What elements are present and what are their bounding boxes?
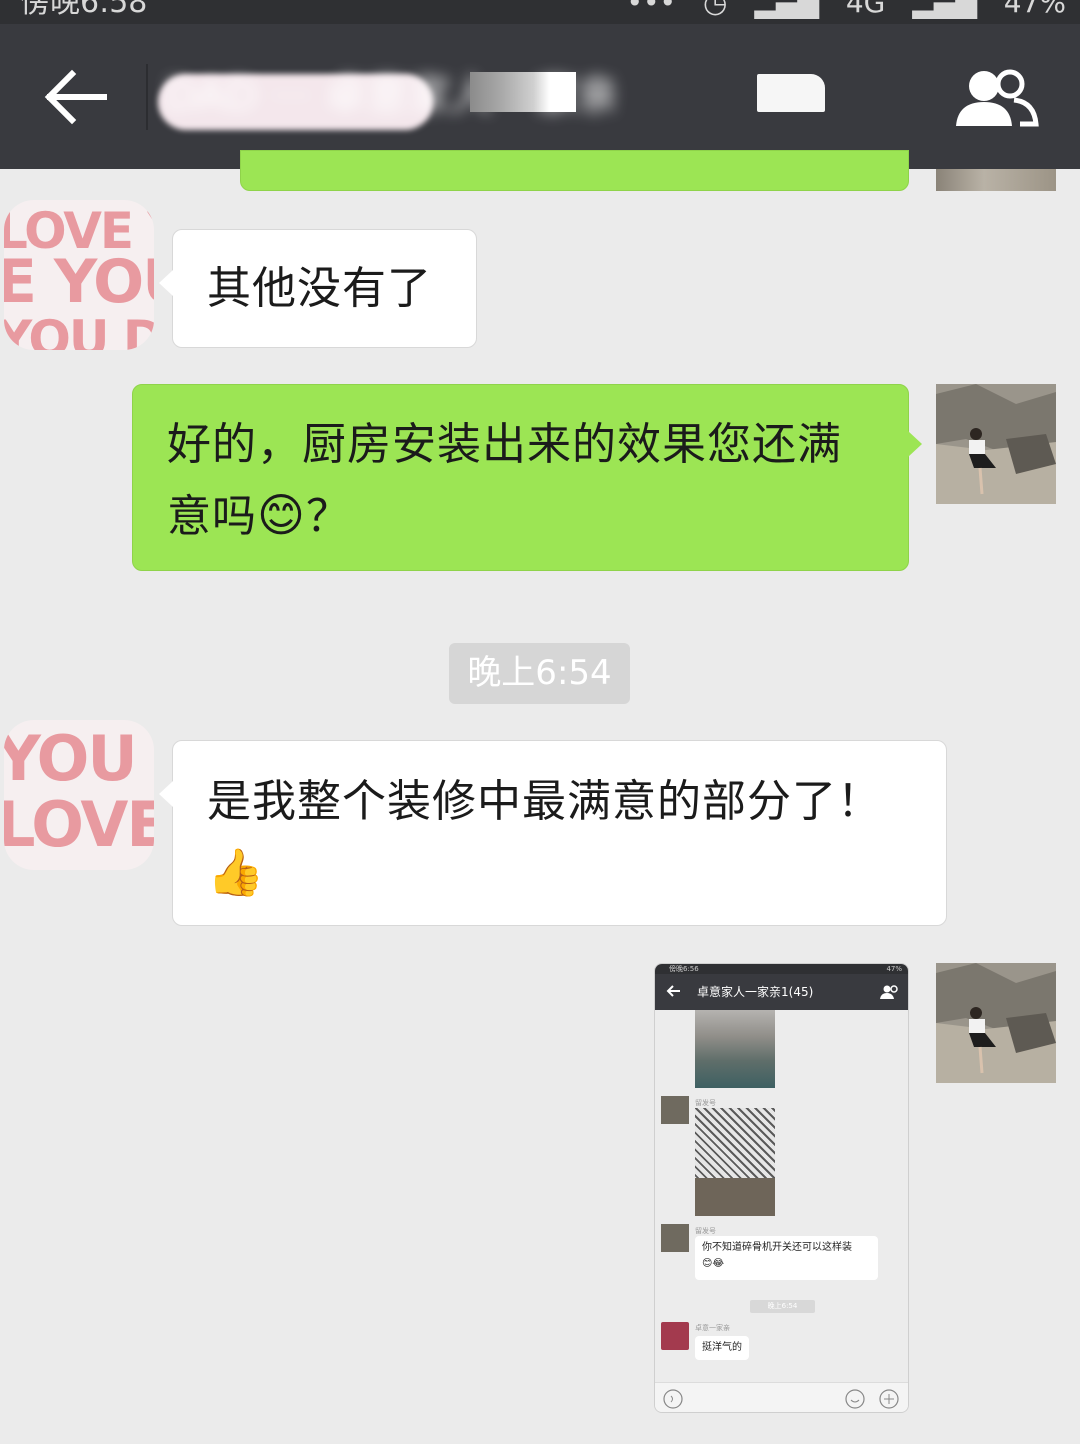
group-members-button[interactable] <box>952 66 1040 132</box>
avatar-photo <box>936 384 1056 504</box>
screenshot-title: 卓意家人一家亲1(45) <box>697 985 814 999</box>
partial-message-bubble <box>240 150 909 191</box>
screenshot-status-bar: 傍晚6:56 47% <box>655 964 908 974</box>
emoji-icon <box>845 1389 865 1409</box>
message-bubble-incoming[interactable]: 其他没有了 <box>159 229 477 348</box>
back-button[interactable] <box>38 64 110 130</box>
alarm-icon: ◷ <box>702 0 728 19</box>
screenshot-sender-name: 留发号 <box>695 1099 716 1107</box>
blurred-title-mask-2 <box>470 72 576 112</box>
message-text-line-2: 意吗😊？ <box>167 480 874 552</box>
signal-icon: ▂▄▆ <box>754 0 819 19</box>
chat-title-bar: DAD ··· 卓意家人一家亲 <box>0 24 1080 169</box>
plus-icon <box>879 1389 899 1409</box>
screenshot-sender-name: 留发号 <box>695 1227 716 1235</box>
self-avatar-partial <box>936 169 1056 191</box>
screenshot-avatar <box>661 1224 689 1252</box>
screenshot-photo-1 <box>695 1010 775 1088</box>
screenshot-avatar <box>661 1322 689 1350</box>
battery-level: 47% <box>1003 0 1066 19</box>
thumbs-up-emoji-icon: 👍 <box>207 845 266 899</box>
avatar-line-2: LOVE Y <box>4 788 154 861</box>
screenshot-battery: 47% <box>886 965 902 973</box>
screenshot-input-bar <box>655 1382 908 1412</box>
screenshot-photo-2-bottom <box>695 1178 775 1216</box>
screenshot-message-text: 挺洋气的 <box>702 1342 742 1353</box>
status-bar: 傍晚6:58 ••• ◷ ▂▄▆ 4G ▂▄▆ 47% <box>0 0 1080 24</box>
message-time-label: 晚上6:54 <box>449 643 630 704</box>
blurred-title-mask-3 <box>757 74 825 112</box>
message-text: 是我整个装修中最满意的部分了！ <box>207 776 882 827</box>
group-icon <box>880 985 898 999</box>
arrow-left-icon <box>666 985 680 997</box>
image-message-screenshot[interactable]: 傍晚6:56 47% 卓意家人一家亲1(45) 留发号 留发号 你不知道碎骨机开… <box>654 963 909 1413</box>
network-type: 4G <box>845 0 886 19</box>
screenshot-message-bubble: 你不知道碎骨机开关还可以这样装 😊😂 <box>695 1236 878 1280</box>
voice-icon <box>663 1389 683 1409</box>
screenshot-message-text: 你不知道碎骨机开关还可以这样装 <box>702 1242 852 1253</box>
contact-avatar[interactable]: YOU D LOVE Y <box>4 720 154 870</box>
message-bubble-incoming[interactable]: 是我整个装修中最满意的部分了！ 👍 <box>159 740 947 926</box>
avatar-line-3: YOU D <box>4 310 154 350</box>
status-icons: ••• ◷ ▂▄▆ 4G ▂▄▆ 47% <box>609 0 1066 18</box>
status-time: 傍晚6:58 <box>20 0 148 20</box>
screenshot-message-bubble: 挺洋气的 <box>695 1336 749 1360</box>
group-icon <box>956 69 1039 127</box>
message-text-part-end: ？ <box>305 491 351 542</box>
message-text-part: 意吗 <box>167 491 257 542</box>
title-divider <box>146 64 148 130</box>
message-bubble-outgoing[interactable]: 好的，厨房安装出来的效果您还满 意吗😊？ <box>132 384 922 571</box>
smile-emoji-icon: 😊 <box>257 488 306 542</box>
message-text-line-1: 好的，厨房安装出来的效果您还满 <box>167 419 842 470</box>
screenshot-status-time: 傍晚6:56 <box>669 965 699 973</box>
screenshot-time-label: 晚上6:54 <box>750 1300 815 1313</box>
screenshot-avatar <box>661 1096 689 1124</box>
notification-dots-icon: ••• <box>626 0 677 19</box>
signal-icon-2: ▂▄▆ <box>912 0 977 19</box>
screenshot-sender-name: 卓意一家亲 <box>695 1324 730 1332</box>
message-text: 其他没有了 <box>207 263 432 314</box>
screenshot-title-bar: 卓意家人一家亲1(45) <box>655 974 908 1010</box>
screenshot-message-emojis: 😊😂 <box>702 1258 725 1269</box>
avatar-photo <box>936 963 1056 1083</box>
self-avatar[interactable] <box>936 963 1056 1083</box>
arrow-left-icon <box>44 69 107 125</box>
self-avatar[interactable] <box>936 384 1056 504</box>
avatar-line-1: YOU D <box>4 722 154 795</box>
avatar-line-2: E YOU <box>4 247 154 317</box>
contact-avatar[interactable]: LOVE Y E YOU YOU D <box>4 200 154 350</box>
